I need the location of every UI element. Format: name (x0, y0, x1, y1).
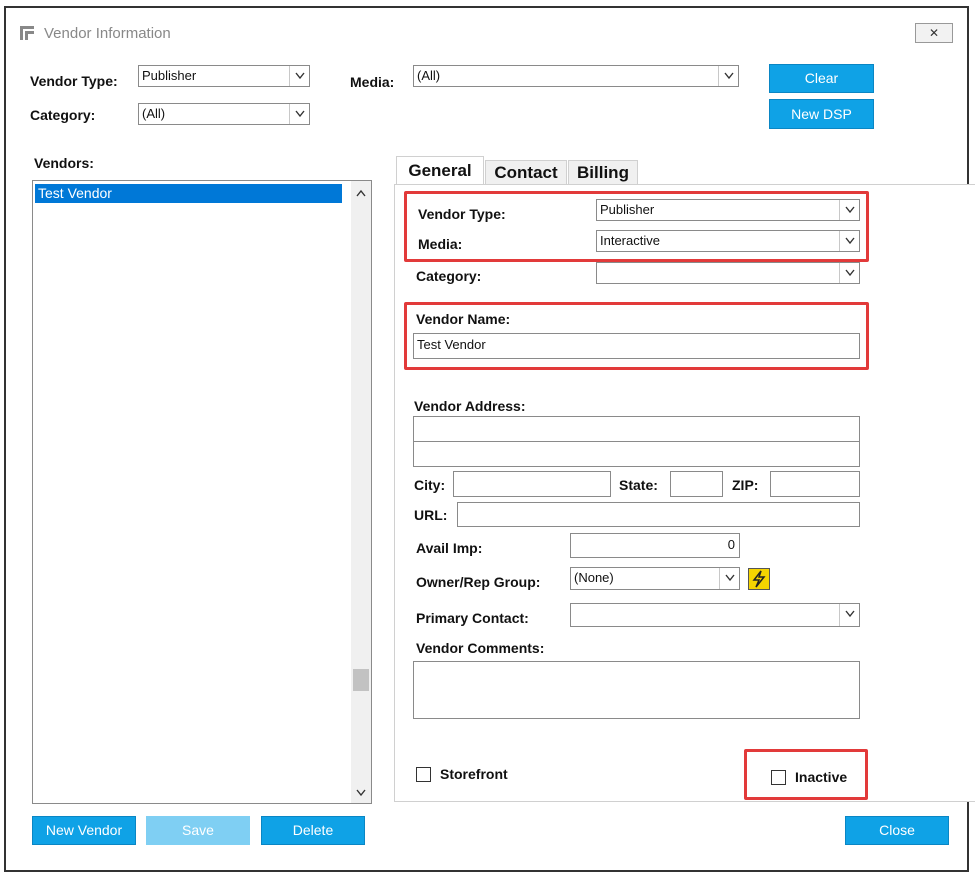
vendor-address-label: Vendor Address: (414, 398, 526, 414)
url-input[interactable] (457, 502, 860, 527)
filter-media-select[interactable]: (All) (413, 65, 739, 87)
clear-button[interactable]: Clear (769, 64, 874, 93)
chevron-down-icon[interactable] (839, 604, 859, 626)
avail-imp-value: 0 (727, 537, 735, 552)
chevron-down-icon[interactable] (289, 66, 309, 86)
highlight-vendor-name (404, 302, 869, 370)
tab-general[interactable]: General (396, 156, 484, 186)
new-dsp-button[interactable]: New DSP (769, 99, 874, 129)
vendor-information-window: Vendor Information ✕ Vendor Type: Publis… (4, 6, 975, 872)
zip-label: ZIP: (732, 477, 759, 493)
chevron-down-icon[interactable] (718, 66, 738, 86)
vendors-listbox[interactable]: Test Vendor (32, 180, 372, 804)
highlight-vendor-type-media (404, 191, 869, 262)
highlight-inactive (744, 749, 868, 800)
category-select[interactable] (596, 262, 860, 284)
save-button[interactable]: Save (146, 816, 250, 845)
primary-contact-select[interactable] (570, 603, 860, 627)
zip-input[interactable] (770, 471, 860, 497)
storefront-label: Storefront (440, 766, 508, 782)
close-button[interactable]: Close (845, 816, 949, 845)
filter-media-value: (All) (417, 68, 441, 83)
state-label: State: (619, 477, 658, 493)
filter-vendor-type-select[interactable]: Publisher (138, 65, 310, 87)
filter-vendor-type-label: Vendor Type: (30, 73, 118, 89)
list-item[interactable]: Test Vendor (35, 184, 342, 203)
storefront-checkbox[interactable] (416, 767, 431, 782)
chevron-down-icon[interactable] (839, 263, 859, 283)
chevron-down-icon[interactable] (719, 568, 739, 589)
vendor-comments-textarea[interactable] (413, 661, 860, 719)
lightning-icon[interactable] (748, 568, 770, 590)
address-line2-input[interactable] (413, 441, 860, 467)
avail-imp-input[interactable]: 0 (570, 533, 740, 558)
city-input[interactable] (453, 471, 611, 497)
window-title: Vendor Information (44, 25, 171, 42)
address-line1-input[interactable] (413, 416, 860, 442)
vendors-scrollbar[interactable] (351, 181, 371, 803)
primary-contact-label: Primary Contact: (416, 610, 529, 626)
filter-category-select[interactable]: (All) (138, 103, 310, 125)
scrollbar-thumb[interactable] (353, 669, 369, 691)
chevron-up-icon[interactable] (356, 189, 366, 197)
delete-button[interactable]: Delete (261, 816, 365, 845)
state-input[interactable] (670, 471, 723, 497)
city-label: City: (414, 477, 446, 493)
vendor-comments-label: Vendor Comments: (416, 640, 545, 656)
tab-billing[interactable]: Billing (568, 160, 638, 186)
tab-contact[interactable]: Contact (485, 160, 567, 186)
filter-vendor-type-value: Publisher (142, 68, 197, 83)
owner-rep-group-select[interactable]: (None) (570, 567, 740, 590)
vendors-label: Vendors: (34, 155, 94, 171)
category-label: Category: (416, 268, 482, 284)
filter-category-value: (All) (142, 106, 166, 121)
chevron-down-icon[interactable] (356, 789, 366, 797)
new-vendor-button[interactable]: New Vendor (32, 816, 136, 845)
filter-category-label: Category: (30, 107, 96, 123)
filter-media-label: Media: (350, 74, 395, 90)
avail-imp-label: Avail Imp: (416, 540, 483, 556)
owner-rep-group-value: (None) (574, 570, 614, 585)
url-label: URL: (414, 507, 448, 523)
chevron-down-icon[interactable] (289, 104, 309, 124)
app-logo-icon (20, 26, 34, 40)
owner-rep-group-label: Owner/Rep Group: (416, 574, 541, 590)
close-icon[interactable]: ✕ (915, 23, 953, 43)
title-bar: Vendor Information ✕ (6, 8, 967, 54)
